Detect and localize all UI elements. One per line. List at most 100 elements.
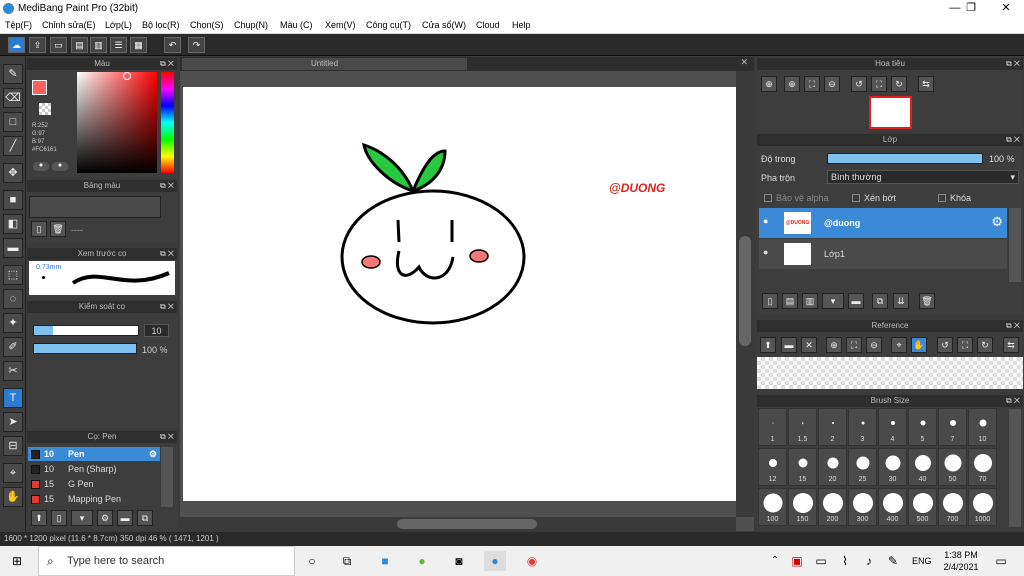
chevron-up-icon[interactable]: ⌃ (764, 551, 786, 571)
vertical-scrollbar[interactable] (736, 71, 754, 517)
layer-row[interactable]: ● Lớp1 (759, 239, 1007, 269)
panel-float-close-icon[interactable]: ⧉ ✕ (160, 180, 174, 192)
clock[interactable]: 1:38 PM 2/4/2021 (942, 549, 980, 573)
add-layer-menu-icon[interactable]: ▾ (822, 293, 844, 309)
new-halftone-layer-icon[interactable]: ▤ (782, 293, 798, 309)
secondary-color-swatch[interactable] (39, 103, 51, 115)
color-sv-picker[interactable] (77, 72, 157, 173)
panel-float-close-icon[interactable]: ⧉ ✕ (1006, 320, 1020, 332)
text-tool-icon[interactable]: T (3, 388, 23, 408)
brush-size-cell[interactable]: 500 (908, 488, 937, 526)
app-icon[interactable]: ● (411, 551, 433, 571)
brush-size-cell[interactable]: 300 (848, 488, 877, 526)
palette-swatches[interactable] (29, 196, 161, 218)
brush-size-cell[interactable]: 25 (848, 448, 877, 486)
folder-icon[interactable]: ▬ (848, 293, 864, 309)
menu-window[interactable]: Cửa sổ(W) (422, 20, 466, 30)
gradient-tool-icon[interactable]: ▬ (3, 238, 23, 258)
brush-size-cell[interactable]: 1000 (968, 488, 997, 526)
panel-float-close-icon[interactable]: ⧉ ✕ (1006, 58, 1020, 70)
notification-icon[interactable]: ▭ (990, 551, 1012, 571)
brush-size-value[interactable]: 10 (144, 324, 169, 337)
reference-close-icon[interactable]: ✕ (801, 337, 817, 353)
rotate-right-icon[interactable]: ↻ (891, 76, 907, 92)
fullscreen-icon[interactable]: ⛶ (871, 76, 887, 92)
menu-file[interactable]: Tệp(F) (5, 20, 32, 30)
menu-layer[interactable]: Lớp(L) (105, 20, 132, 30)
brush-size-cell[interactable]: 700 (938, 488, 967, 526)
brush-size-cell[interactable]: 2 (818, 408, 847, 446)
brush-settings-icon[interactable]: ⚙ (97, 510, 113, 526)
wifi-icon[interactable]: ⌇ (834, 551, 856, 571)
reference-zoom-out-icon[interactable]: ⊖ (866, 337, 882, 353)
bucket-tool-icon[interactable]: ◧ (3, 214, 23, 234)
lasso-tool-icon[interactable]: ◌ (3, 289, 23, 309)
menu-filter[interactable]: Bộ lọc(R) (142, 20, 180, 30)
reference-flip-icon[interactable]: ⇆ (1003, 337, 1019, 353)
volume-icon[interactable]: ♪ (858, 551, 880, 571)
color-mode-button[interactable]: ● (33, 162, 49, 171)
brush-size-cell[interactable]: 40 (908, 448, 937, 486)
redo-icon[interactable]: ↷ (188, 37, 205, 53)
canvas-tab[interactable]: Untitled (182, 58, 467, 70)
pen-item[interactable]: 15 G Pen (28, 477, 160, 491)
reference-fit-icon[interactable]: ⛶ (846, 337, 862, 353)
move-tool-icon[interactable]: ✥ (3, 163, 23, 183)
select-eraser-icon[interactable]: ✂ (3, 361, 23, 381)
menu-capture[interactable]: Chụp(N) (234, 20, 268, 30)
color-mode-button-2[interactable]: ● (52, 162, 68, 171)
menu-select[interactable]: Chọn(S) (190, 20, 224, 30)
zoom-app-icon[interactable]: ■ (374, 551, 396, 571)
reference-eyedropper-icon[interactable]: ⌖ (891, 337, 907, 353)
panel-float-close-icon[interactable]: ⧉ ✕ (1006, 134, 1020, 146)
magic-wand-icon[interactable]: ✦ (3, 313, 23, 333)
close-button[interactable]: ✕ (983, 0, 1024, 17)
eye-icon[interactable]: ● (763, 216, 768, 226)
reference-rotate-right-icon[interactable]: ↻ (977, 337, 993, 353)
battery-icon[interactable]: ▭ (810, 551, 832, 571)
pen-tray-icon[interactable]: ✎ (882, 551, 904, 571)
reference-hand-icon[interactable]: ✋ (911, 337, 927, 353)
delete-layer-icon[interactable]: 🗑 (919, 293, 935, 309)
horizontal-scrollbar[interactable] (180, 517, 736, 531)
reference-open-icon[interactable]: ▬ (781, 337, 797, 353)
page-icon[interactable]: ▥ (90, 37, 107, 53)
pen-item[interactable]: 10 Pen ⚙ (28, 447, 160, 461)
panel-float-close-icon[interactable]: ⧉ ✕ (1006, 395, 1020, 407)
brush-size-cell[interactable]: 100 (758, 488, 787, 526)
pen-item[interactable]: 15 Mapping Pen (28, 492, 160, 506)
eraser-tool-icon[interactable]: ⌫ (3, 88, 23, 108)
clipping-checkbox[interactable] (852, 194, 860, 202)
menu-view[interactable]: Xem(V) (325, 20, 356, 30)
primary-color-swatch[interactable] (32, 80, 47, 95)
rotate-left-icon[interactable]: ↺ (851, 76, 867, 92)
zoom-in-icon[interactable]: ⊕ (761, 76, 777, 92)
gear-icon[interactable]: ⚙ (991, 214, 1003, 230)
brush-copy-icon[interactable]: ⧉ (137, 510, 153, 526)
menu-help[interactable]: Help (512, 20, 531, 30)
canvas-paper[interactable]: @DUONG (183, 87, 736, 501)
lock-checkbox[interactable] (938, 194, 946, 202)
search-box[interactable]: ⌕ Type here to search (38, 546, 295, 576)
pen-item[interactable]: 10 Pen (Sharp) (28, 462, 160, 476)
medibang-app-icon[interactable]: ● (484, 551, 506, 571)
new-1bit-layer-icon[interactable]: ▥ (802, 293, 818, 309)
windows-start-icon[interactable]: ⊞ (6, 551, 28, 571)
line-tool-icon[interactable]: ╱ (3, 136, 23, 156)
menu-color[interactable]: Màu (C) (280, 20, 313, 30)
brush-size-cell[interactable]: 10 (968, 408, 997, 446)
blend-select[interactable]: Bình thường ▾ (827, 170, 1019, 184)
brush-size-cell[interactable]: 5 (908, 408, 937, 446)
eyedropper-icon[interactable]: ⌖ (3, 463, 23, 483)
brush-size-cell[interactable]: 30 (878, 448, 907, 486)
merge-layer-icon[interactable]: ⇊ (893, 293, 909, 309)
brush-size-cell[interactable]: 20 (818, 448, 847, 486)
color-picker-cursor[interactable] (123, 72, 131, 80)
zoom-in-2-icon[interactable]: ⊕ (784, 76, 800, 92)
undo-icon[interactable]: ↶ (164, 37, 181, 53)
task-view-icon[interactable]: ⧉ (336, 551, 358, 571)
reference-area[interactable] (757, 357, 1023, 389)
fit-icon[interactable]: ⛶ (804, 76, 820, 92)
brush-size-slider[interactable] (33, 325, 139, 336)
eye-icon[interactable]: ● (763, 247, 768, 257)
